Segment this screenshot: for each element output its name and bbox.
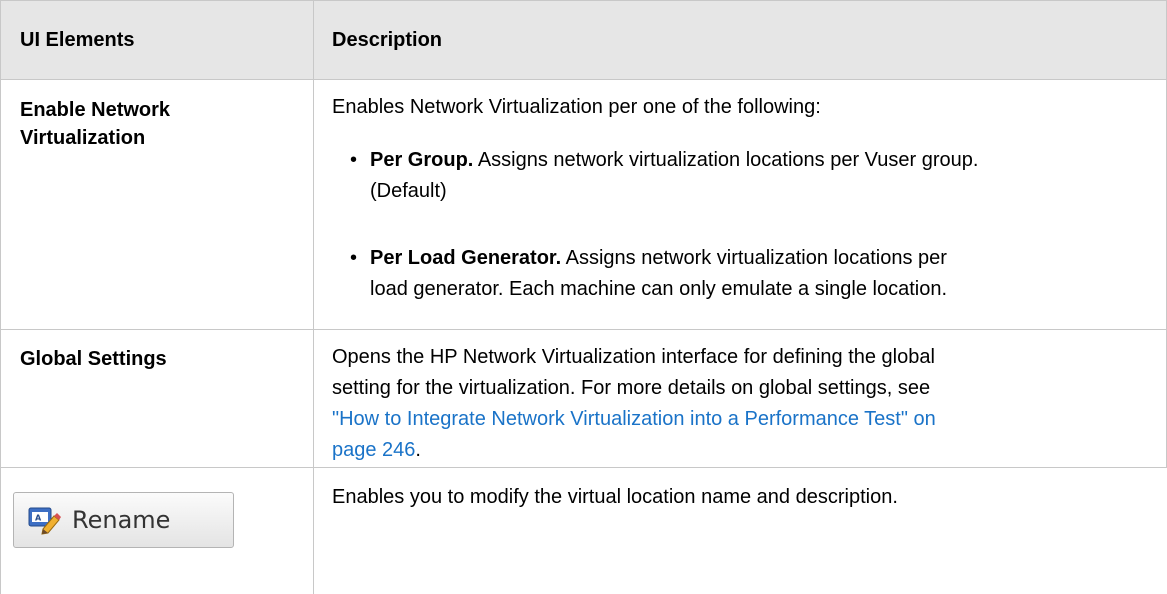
desc-global-settings: Opens the HP Network Virtualization inte… xyxy=(332,342,1147,466)
link-page-246[interactable]: page 246 xyxy=(332,439,415,461)
svg-text:A: A xyxy=(35,514,42,523)
bullet-desc: Assigns network virtualization locations… xyxy=(561,247,947,269)
label-line: Virtualization xyxy=(20,127,146,149)
bullet-line: Per Group. Assigns network virtualizatio… xyxy=(370,145,1160,176)
bullet-line: load generator. Each machine can only em… xyxy=(370,278,948,300)
link-how-to-integrate[interactable]: "How to Integrate Network Virtualization… xyxy=(332,404,1147,435)
label-line: Enable Network xyxy=(20,99,171,121)
header-divider xyxy=(0,79,1167,80)
table-border-left xyxy=(0,0,1,594)
row-label-enable-network-virtualization: Enable Network Virtualization xyxy=(20,96,290,152)
ui-elements-table: UI Elements Description Enable Network V… xyxy=(0,0,1167,594)
table-border-top xyxy=(0,0,1167,1)
rename-icon: A xyxy=(28,505,62,535)
header-ui-elements: UI Elements xyxy=(20,29,135,51)
link-line-wrap: page 246. xyxy=(332,435,1147,466)
bullet-desc: Assigns network virtualization locations… xyxy=(473,149,979,171)
column-divider xyxy=(313,0,314,594)
row-divider xyxy=(0,329,1167,330)
desc-rename: Enables you to modify the virtual locati… xyxy=(332,486,898,508)
bullet-dot: • xyxy=(350,149,358,171)
rename-button[interactable]: A Rename xyxy=(13,492,234,548)
bullet-term: Per Group. xyxy=(370,149,474,171)
row-label-global-settings: Global Settings xyxy=(20,348,167,370)
bullet-line: (Default) xyxy=(370,180,447,202)
desc-intro: Enables Network Virtualization per one o… xyxy=(332,96,821,118)
desc-line: Opens the HP Network Virtualization inte… xyxy=(332,346,935,368)
bullet-dot: • xyxy=(350,247,358,269)
row-divider xyxy=(0,467,1167,468)
rename-button-label: Rename xyxy=(72,506,171,534)
bullet-term: Per Load Generator. xyxy=(370,247,562,269)
header-description: Description xyxy=(332,29,443,51)
link-suffix: . xyxy=(415,439,421,461)
bullet-line: Per Load Generator. Assigns network virt… xyxy=(370,243,1160,274)
desc-line: setting for the virtualization. For more… xyxy=(332,377,931,399)
bullet-per-group: Per Group. Assigns network virtualizatio… xyxy=(370,145,1160,207)
bullet-per-load-generator: Per Load Generator. Assigns network virt… xyxy=(370,243,1160,305)
table-header-row: UI Elements Description xyxy=(0,0,1167,80)
